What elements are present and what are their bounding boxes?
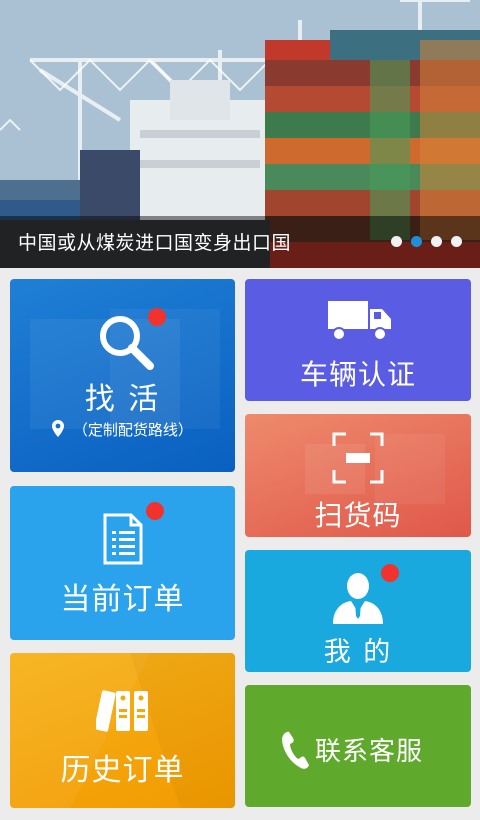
notification-badge <box>148 308 166 326</box>
banner-caption: 中国或从煤炭进口国变身出口国 <box>18 232 292 254</box>
banner-carousel[interactable]: 中国或从煤炭进口国变身出口国 <box>0 0 480 268</box>
banner-caption-bar: 中国或从煤炭进口国变身出口国 <box>0 216 480 268</box>
binders-icon <box>96 690 148 732</box>
location-pin-icon <box>52 420 65 437</box>
scan-code-tile[interactable]: 扫货码 <box>245 414 471 537</box>
search-icon <box>100 316 154 370</box>
scan-icon <box>332 432 384 484</box>
find-work-sublabel-row: （定制配货路线） <box>10 419 235 440</box>
carousel-dot[interactable] <box>391 236 402 247</box>
carousel-dot[interactable] <box>431 236 442 247</box>
customer-service-label: 联系客服 <box>315 737 424 767</box>
history-orders-tile[interactable]: 历史订单 <box>10 653 235 808</box>
find-work-label: 找 活 <box>84 382 161 417</box>
document-icon <box>103 513 143 565</box>
mine-label: 我 的 <box>323 637 393 668</box>
find-work-sublabel: （定制配货路线） <box>72 421 193 439</box>
carousel-indicator <box>391 236 462 247</box>
notification-badge <box>146 502 164 520</box>
notification-badge <box>381 564 399 582</box>
user-icon <box>333 573 383 624</box>
history-orders-label: 历史订单 <box>60 753 185 788</box>
truck-icon <box>328 301 391 341</box>
phone-icon <box>282 731 309 769</box>
carousel-dot-active[interactable] <box>411 236 422 247</box>
find-work-tile[interactable]: 找 活 （定制配货路线） <box>10 279 235 472</box>
current-orders-label: 当前订单 <box>60 582 185 617</box>
vehicle-cert-label: 车辆认证 <box>299 358 416 391</box>
vehicle-cert-tile[interactable]: 车辆认证 <box>245 279 471 401</box>
scan-code-label: 扫货码 <box>314 499 402 532</box>
current-orders-tile[interactable]: 当前订单 <box>10 486 235 640</box>
mine-tile[interactable]: 我 的 <box>245 550 471 672</box>
carousel-dot[interactable] <box>451 236 462 247</box>
customer-service-tile[interactable]: 联系客服 <box>245 685 471 807</box>
